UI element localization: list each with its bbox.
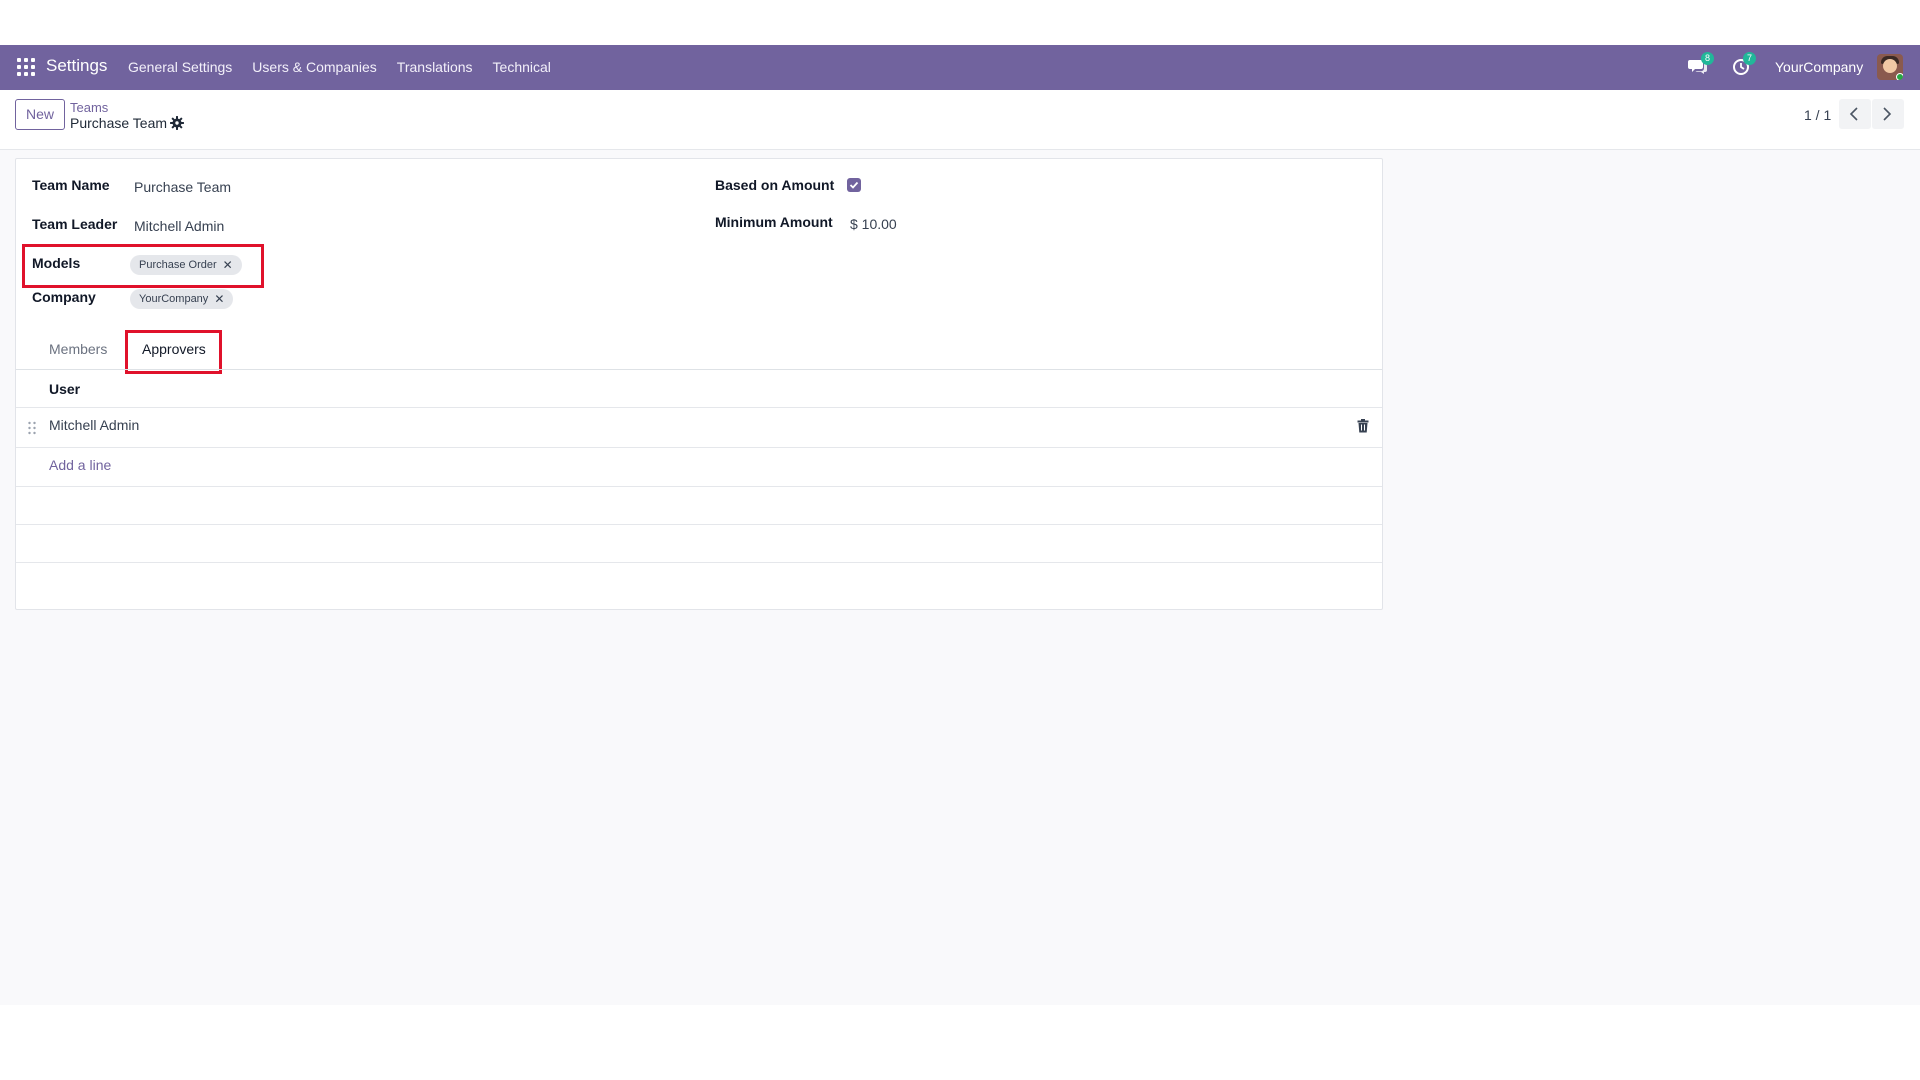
team-name-field[interactable]: Purchase Team <box>134 179 231 195</box>
drag-handle-icon[interactable] <box>27 421 37 435</box>
based-on-amount-label: Based on Amount <box>715 177 835 193</box>
form-sheet: Team Name Purchase Team Team Leader Mitc… <box>15 158 1383 610</box>
row-divider <box>16 447 1382 448</box>
control-panel: New Teams Purchase Team 1 / 1 <box>0 90 1920 150</box>
messages-badge: 8 <box>1701 52 1714 65</box>
menu-general-settings[interactable]: General Settings <box>128 59 232 75</box>
bottom-margin <box>0 1005 1920 1080</box>
breadcrumb-current-record: Purchase Team <box>70 115 168 131</box>
new-button[interactable]: New <box>15 99 65 130</box>
messages-icon[interactable]: 8 <box>1688 52 1714 76</box>
team-leader-field[interactable]: Mitchell Admin <box>134 218 224 234</box>
company-switcher[interactable]: YourCompany <box>1775 59 1863 75</box>
online-status-icon <box>1896 73 1903 80</box>
gear-icon[interactable] <box>170 116 184 130</box>
pager-next-button[interactable] <box>1872 99 1904 129</box>
user-avatar[interactable] <box>1877 54 1903 80</box>
app-menu-icon[interactable] <box>17 58 35 76</box>
remove-tag-icon[interactable]: ✕ <box>214 289 224 309</box>
add-line-link[interactable]: Add a line <box>49 457 111 473</box>
tabs-divider <box>16 369 1382 370</box>
top-navbar: Settings General Settings Users & Compan… <box>0 45 1920 90</box>
minimum-amount-field[interactable]: $ 10.00 <box>850 216 897 232</box>
activities-badge: 7 <box>1743 52 1756 65</box>
table-row[interactable]: Mitchell Admin <box>49 417 139 433</box>
team-leader-label: Team Leader <box>32 216 118 232</box>
column-header-user[interactable]: User <box>49 381 80 397</box>
pager-previous-button[interactable] <box>1839 99 1871 129</box>
row-divider <box>16 562 1382 563</box>
checkmark-icon <box>849 181 859 189</box>
trash-icon[interactable] <box>1357 419 1369 433</box>
chevron-right-icon <box>1883 107 1892 121</box>
tab-members[interactable]: Members <box>49 341 107 357</box>
chevron-left-icon <box>1849 107 1858 121</box>
minimum-amount-label: Minimum Amount <box>715 214 833 230</box>
company-tag[interactable]: YourCompany ✕ <box>130 289 234 309</box>
main-menu: General Settings Users & Companies Trans… <box>128 59 571 75</box>
row-divider <box>16 524 1382 525</box>
menu-translations[interactable]: Translations <box>397 59 473 75</box>
based-on-amount-checkbox[interactable] <box>847 178 861 192</box>
company-tag-label: YourCompany <box>139 293 209 305</box>
models-highlight <box>22 244 264 288</box>
activities-clock-icon[interactable]: 7 <box>1732 52 1756 76</box>
pager-value[interactable]: 1 / 1 <box>1804 107 1831 123</box>
breadcrumb-teams[interactable]: Teams <box>70 100 108 115</box>
menu-technical[interactable]: Technical <box>493 59 551 75</box>
row-divider <box>16 486 1382 487</box>
company-label: Company <box>32 289 96 305</box>
approvers-tab-highlight <box>125 330 222 374</box>
menu-users-companies[interactable]: Users & Companies <box>252 59 377 75</box>
header-divider <box>16 407 1382 408</box>
top-margin <box>0 0 1920 45</box>
team-name-label: Team Name <box>32 177 110 193</box>
app-title[interactable]: Settings <box>46 56 107 76</box>
